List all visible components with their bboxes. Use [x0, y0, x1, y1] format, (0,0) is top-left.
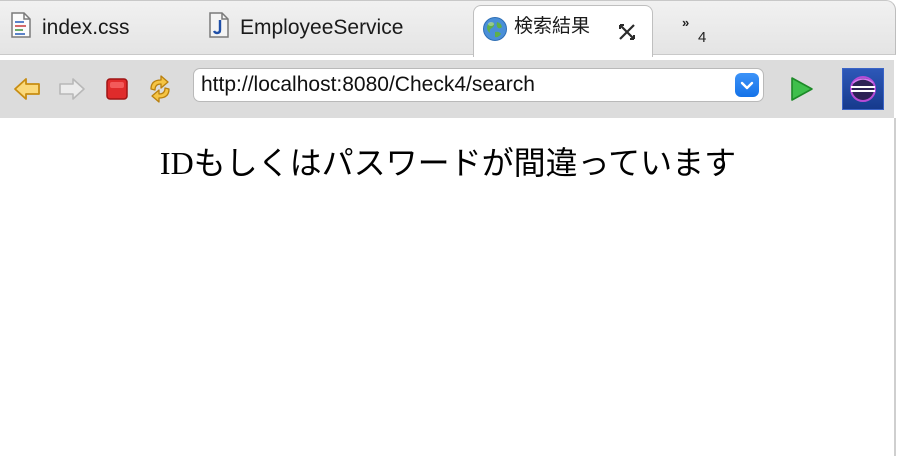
- url-input[interactable]: [201, 72, 721, 98]
- java-file-icon: [208, 12, 230, 44]
- editor-tab-strip: index.css EmployeeService 検索結果 » 4: [0, 0, 896, 57]
- refresh-icon[interactable]: [145, 74, 175, 104]
- back-arrow-icon[interactable]: [12, 74, 42, 104]
- tab-overflow-button[interactable]: » 4: [682, 15, 712, 46]
- window-border: [894, 118, 896, 456]
- tab-employee-service[interactable]: EmployeeService: [198, 1, 468, 55]
- stop-icon[interactable]: [103, 74, 133, 104]
- tab-index-css[interactable]: index.css: [0, 1, 195, 55]
- browser-toolbar: [0, 60, 894, 118]
- globe-icon: [482, 16, 508, 48]
- browser-window: index.css EmployeeService 検索結果 » 4 http:…: [0, 0, 906, 456]
- go-arrow-icon[interactable]: [786, 74, 816, 104]
- overflow-count: 4: [698, 29, 707, 46]
- eclipse-logo-icon[interactable]: [842, 68, 884, 110]
- tab-label: 検索結果: [514, 16, 591, 37]
- page-content: IDもしくはパスワードが間違っています: [0, 118, 896, 456]
- tab-label: index.css: [42, 16, 130, 39]
- chevron-double-right-icon: »: [682, 15, 689, 30]
- tab-label: EmployeeService: [240, 16, 404, 39]
- tab-search-results[interactable]: 検索結果: [473, 5, 653, 57]
- close-icon[interactable]: [616, 21, 638, 43]
- address-bar[interactable]: [193, 68, 764, 102]
- css-file-icon: [10, 12, 32, 44]
- error-message: IDもしくはパスワードが間違っています: [159, 145, 737, 181]
- chevron-down-icon[interactable]: [735, 73, 759, 97]
- forward-arrow-icon: [57, 74, 87, 104]
